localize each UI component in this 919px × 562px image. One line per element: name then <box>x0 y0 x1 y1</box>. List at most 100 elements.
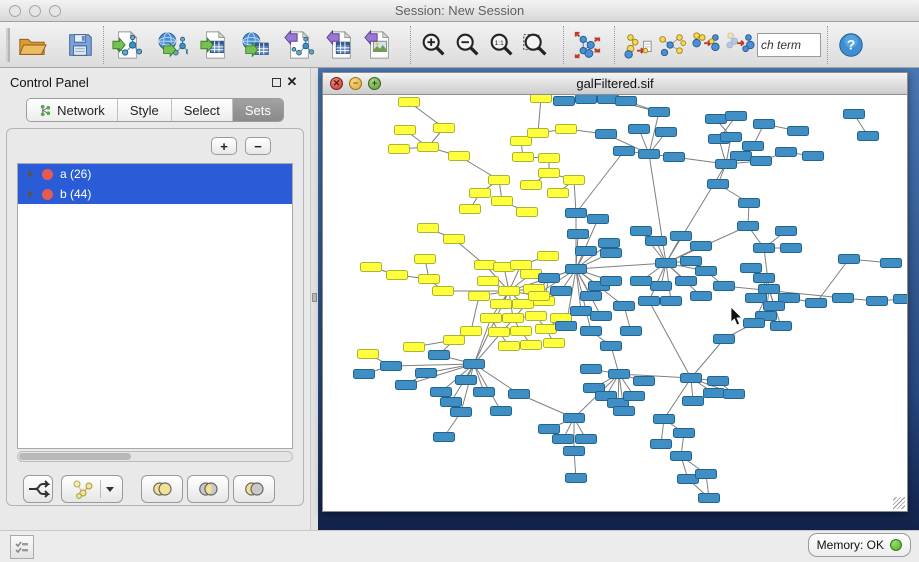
graph-node[interactable] <box>499 287 520 296</box>
open-file-button[interactable] <box>15 27 49 63</box>
graph-node[interactable] <box>776 227 797 236</box>
graph-node[interactable] <box>475 261 496 270</box>
graph-node[interactable] <box>671 452 692 461</box>
window-titlebar[interactable]: Session: New Session <box>0 0 919 22</box>
close-panel-icon[interactable]: ✕ <box>284 74 300 90</box>
graph-node[interactable] <box>681 374 702 383</box>
tab-select[interactable]: Select <box>172 99 233 121</box>
list-item-set-b[interactable]: b (44) <box>18 184 292 204</box>
graph-node[interactable] <box>387 271 408 280</box>
graph-node[interactable] <box>656 259 677 268</box>
graph-node[interactable] <box>566 265 587 274</box>
union-sets-button[interactable] <box>141 475 183 503</box>
graph-node[interactable] <box>399 98 420 107</box>
graph-node[interactable] <box>434 433 455 442</box>
graph-node[interactable] <box>696 470 717 479</box>
graph-node[interactable] <box>576 247 597 256</box>
graph-node[interactable] <box>517 208 538 217</box>
graph-node[interactable] <box>639 297 660 306</box>
float-panel-icon[interactable] <box>268 74 284 90</box>
graph-node[interactable] <box>671 232 692 241</box>
export-network-button[interactable] <box>282 27 316 63</box>
graph-node[interactable] <box>576 95 597 104</box>
graph-node[interactable] <box>754 120 775 129</box>
graph-node[interactable] <box>833 294 854 303</box>
graph-node[interactable] <box>418 143 439 152</box>
list-item-set-a[interactable]: a (26) <box>18 164 292 184</box>
graph-node[interactable] <box>621 327 642 336</box>
graph-node[interactable] <box>526 312 547 321</box>
graph-node[interactable] <box>564 176 585 185</box>
graph-node[interactable] <box>754 244 775 253</box>
graph-node[interactable] <box>894 295 908 304</box>
graph-node[interactable] <box>591 312 612 321</box>
graph-node[interactable] <box>726 112 747 121</box>
graph-node[interactable] <box>601 249 622 258</box>
new-network-from-selection-button[interactable] <box>621 27 655 63</box>
graph-node[interactable] <box>416 369 437 378</box>
graph-node[interactable] <box>683 397 704 406</box>
graph-node[interactable] <box>489 328 510 337</box>
graph-node[interactable] <box>531 95 552 103</box>
graph-node[interactable] <box>568 230 589 239</box>
graph-node[interactable] <box>691 292 712 301</box>
graph-node[interactable] <box>449 152 470 161</box>
graph-node[interactable] <box>581 292 602 301</box>
group-nodes-button[interactable] <box>655 27 689 63</box>
graph-node[interactable] <box>571 307 592 316</box>
graph-node[interactable] <box>511 261 532 270</box>
graph-node[interactable] <box>539 154 560 163</box>
graph-node[interactable] <box>716 160 737 169</box>
help-button[interactable]: ? <box>834 27 868 63</box>
graph-node[interactable] <box>599 239 620 248</box>
graph-node[interactable] <box>881 259 902 268</box>
expand-caret-icon[interactable] <box>28 190 34 198</box>
graph-node[interactable] <box>631 277 652 286</box>
graph-node[interactable] <box>529 292 550 301</box>
tab-style[interactable]: Style <box>118 99 172 121</box>
intersect-sets-button[interactable] <box>187 475 229 503</box>
graph-node[interactable] <box>616 97 637 106</box>
graph-node[interactable] <box>538 252 559 261</box>
graph-node[interactable] <box>381 362 402 371</box>
splitter-handle[interactable] <box>312 293 317 302</box>
graph-node[interactable] <box>548 189 569 198</box>
graph-node[interactable] <box>588 215 609 224</box>
graph-node[interactable] <box>744 319 765 328</box>
graph-node[interactable] <box>601 342 622 351</box>
zoom-1-1-button[interactable]: 1:1 <box>485 27 519 63</box>
graph-node[interactable] <box>564 414 585 423</box>
graph-node[interactable] <box>634 377 655 386</box>
graph-node[interactable] <box>601 277 622 286</box>
zoom-selected-button[interactable] <box>519 27 553 63</box>
difference-sets-button[interactable] <box>233 475 275 503</box>
import-network-file-button[interactable] <box>110 27 144 63</box>
graph-node[interactable] <box>639 150 660 159</box>
graph-node[interactable] <box>566 209 587 218</box>
export-table-button[interactable] <box>324 27 358 63</box>
graph-node[interactable] <box>395 126 416 135</box>
graph-node[interactable] <box>759 285 780 294</box>
graph-node[interactable] <box>441 398 462 407</box>
graph-node[interactable] <box>539 169 560 178</box>
graph-node[interactable] <box>469 292 490 301</box>
apply-layout-button[interactable] <box>570 27 604 63</box>
graph-node[interactable] <box>743 142 764 151</box>
graph-node[interactable] <box>714 282 735 291</box>
split-set-button[interactable] <box>23 475 53 503</box>
graph-node[interactable] <box>444 235 465 244</box>
graph-node[interactable] <box>699 494 720 503</box>
graph-node[interactable] <box>629 125 650 134</box>
graph-node[interactable] <box>776 148 797 157</box>
graph-node[interactable] <box>509 390 530 399</box>
graph-node[interactable] <box>354 370 375 379</box>
graph-node[interactable] <box>539 425 560 434</box>
export-image-button[interactable] <box>362 27 396 63</box>
graph-node[interactable] <box>481 314 502 323</box>
dropdown-caret-icon[interactable] <box>106 487 114 492</box>
graph-node[interactable] <box>739 199 760 208</box>
graph-node[interactable] <box>434 124 455 133</box>
graph-node[interactable] <box>714 335 735 344</box>
expand-group-button[interactable] <box>723 27 757 63</box>
graph-node[interactable] <box>651 440 672 449</box>
